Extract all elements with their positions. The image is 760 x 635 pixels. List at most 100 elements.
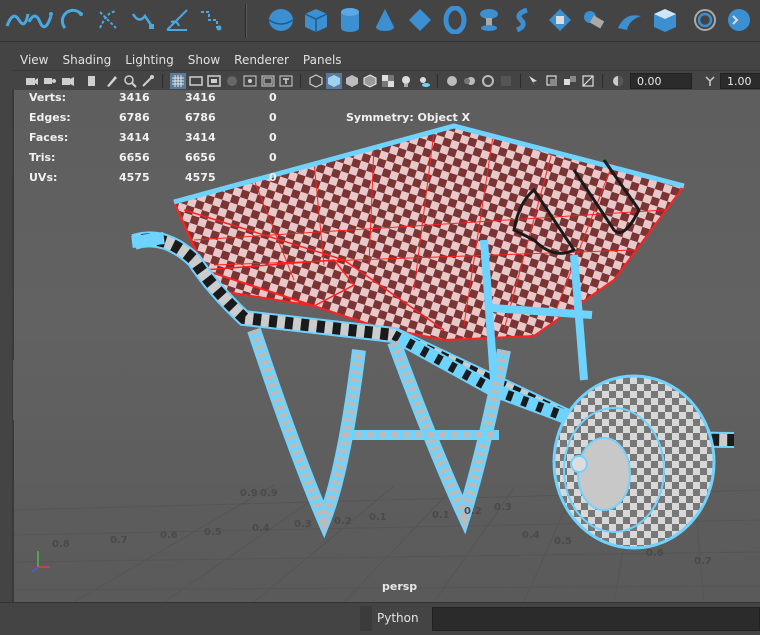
hud-faces: Faces: 3414 3414 0 <box>29 131 277 144</box>
use-default-material-icon[interactable] <box>344 73 360 89</box>
exposure-icon[interactable] <box>610 73 626 89</box>
circle-tool-icon[interactable] <box>724 5 754 35</box>
image-plane-icon[interactable] <box>84 73 100 89</box>
panel-toolbar: 0.00 1.00 <box>12 70 760 90</box>
left-gutter <box>0 42 12 602</box>
depth-of-field-icon[interactable] <box>498 73 514 89</box>
film-gate-icon[interactable] <box>188 73 204 89</box>
grid-number: 0.6 <box>160 530 178 541</box>
multisample-icon[interactable] <box>480 73 496 89</box>
safe-title-icon[interactable] <box>278 73 294 89</box>
grid-number: 0.1 <box>369 512 387 523</box>
camera-attributes-icon[interactable] <box>42 73 58 89</box>
hud-edges: Edges: 6786 6786 0 <box>29 111 277 124</box>
hud-label: Verts: <box>29 91 67 104</box>
menu-view[interactable]: View <box>20 53 48 67</box>
motion-blur-icon[interactable] <box>462 73 478 89</box>
curve-edit-icon[interactable] <box>93 5 123 35</box>
bookmarks-icon[interactable] <box>60 73 76 89</box>
gamma-field[interactable]: 1.00 <box>720 73 760 89</box>
menu-show[interactable]: Show <box>188 53 220 67</box>
grease-pencil-icon[interactable] <box>104 73 120 89</box>
shadows-icon[interactable] <box>416 73 432 89</box>
grid-number: 0.8 <box>52 539 70 550</box>
grid-icon[interactable] <box>170 73 186 89</box>
separate-icon[interactable] <box>508 5 538 35</box>
xray-active-icon[interactable] <box>580 73 596 89</box>
mirror-icon[interactable] <box>545 5 575 35</box>
torus-icon[interactable] <box>440 5 470 35</box>
curve-fit-icon[interactable] <box>196 5 226 35</box>
resolution-gate-icon[interactable] <box>206 73 222 89</box>
exposure-field[interactable]: 0.00 <box>630 73 692 89</box>
wireframe-on-shaded-icon[interactable] <box>362 73 378 89</box>
menu-shading[interactable]: Shading <box>62 53 111 67</box>
symmetry-label: Symmetry: Object X <box>346 111 471 124</box>
gate-mask-icon[interactable] <box>224 73 240 89</box>
handle-grip <box>131 232 165 248</box>
hud-uvs: UVs: 4575 4575 0 <box>29 171 277 184</box>
grid-number: 0.6 <box>646 548 664 559</box>
toolbar-divider <box>300 74 301 88</box>
wheelbarrow-wheel <box>552 374 716 550</box>
command-input[interactable] <box>432 607 760 631</box>
hud-value: 0 <box>269 131 277 144</box>
grid-number: 0.3 <box>294 519 312 530</box>
hud-value: 6656 <box>185 151 216 164</box>
hud-value: 6786 <box>185 111 216 124</box>
uv-cube-icon[interactable] <box>650 5 680 35</box>
grid-number: 0.5 <box>554 536 572 547</box>
command-language-toggle[interactable]: Python <box>377 611 427 625</box>
textured-icon[interactable] <box>380 73 396 89</box>
hud-value: 6656 <box>119 151 150 164</box>
menu-panels[interactable]: Panels <box>303 53 342 67</box>
hud-label: Faces: <box>29 131 69 144</box>
gamma-icon[interactable] <box>702 73 718 89</box>
sweep-icon[interactable] <box>688 5 718 35</box>
hud-label: Edges: <box>29 111 71 124</box>
curve-tangent-icon[interactable] <box>162 5 192 35</box>
persp-viewport[interactable]: 0.8 0.7 0.6 0.5 0.4 0.3 0.2 0.1 0.1 0.2 … <box>14 90 760 602</box>
grid-number: 0.9 <box>240 488 258 499</box>
field-chart-icon[interactable] <box>242 73 258 89</box>
hud-value: 3414 <box>119 131 150 144</box>
ambient-occlusion-icon[interactable] <box>444 73 460 89</box>
hud-value: 3414 <box>185 131 216 144</box>
camera-name-label: persp <box>382 580 418 593</box>
hud-label: UVs: <box>29 171 58 184</box>
cylinder-icon[interactable] <box>335 5 365 35</box>
cone-icon[interactable] <box>370 5 400 35</box>
hud-value: 6786 <box>119 111 150 124</box>
curve-point-icon[interactable] <box>128 5 158 35</box>
toolbar-divider <box>520 74 521 88</box>
cube-icon[interactable] <box>301 5 331 35</box>
hud-value: 0 <box>269 171 277 184</box>
hud-value: 3416 <box>185 91 216 104</box>
bridge-icon[interactable] <box>580 5 610 35</box>
combine-icon[interactable] <box>474 5 504 35</box>
smooth-shade-icon[interactable] <box>326 73 342 89</box>
hud-value: 3416 <box>119 91 150 104</box>
grid-number: 0.7 <box>694 556 712 567</box>
grid-number: 0.5 <box>204 527 222 538</box>
hud-value: 4575 <box>185 171 216 184</box>
select-camera-icon[interactable] <box>24 73 40 89</box>
menu-renderer[interactable]: Renderer <box>234 53 289 67</box>
safe-action-icon[interactable] <box>260 73 276 89</box>
menu-lighting[interactable]: Lighting <box>125 53 174 67</box>
grid-number: 0.1 <box>432 510 450 521</box>
wireframe-icon[interactable] <box>308 73 324 89</box>
sphere-icon[interactable] <box>266 5 296 35</box>
diamond-icon[interactable] <box>405 5 435 35</box>
hud-verts: Verts: 3416 3416 0 <box>29 91 277 104</box>
isolate-select-icon[interactable] <box>526 73 542 89</box>
extrude-icon[interactable] <box>614 5 644 35</box>
xray-icon[interactable] <box>544 73 560 89</box>
grid-number: 0.2 <box>464 506 482 517</box>
texture-pencil-icon[interactable] <box>140 73 156 89</box>
lighting-icon[interactable] <box>398 73 414 89</box>
2d-pan-zoom-icon[interactable] <box>122 73 138 89</box>
arc-tool-icon[interactable] <box>58 5 88 35</box>
xray-joints-icon[interactable] <box>562 73 578 89</box>
bezier-curve-icon[interactable] <box>25 5 55 35</box>
